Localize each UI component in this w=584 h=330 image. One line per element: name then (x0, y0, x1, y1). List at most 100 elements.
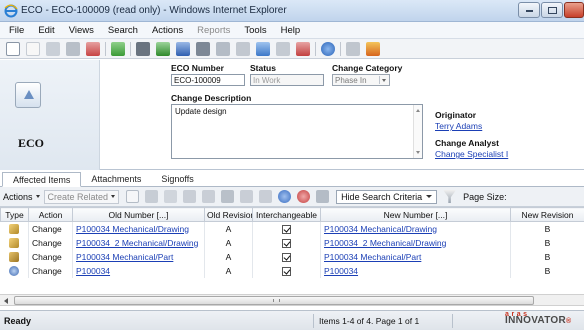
column-header-action[interactable]: Action (28, 207, 73, 222)
structure-icon[interactable] (296, 41, 310, 56)
menu-tools[interactable]: Tools (244, 25, 266, 36)
table-row[interactable]: Change P100034_2 Mechanical/Drawing A P1… (0, 235, 584, 250)
interchangeable-checkbox[interactable] (282, 224, 291, 234)
chevron-down-icon (111, 195, 116, 198)
tab-attachments[interactable]: Attachments (81, 172, 151, 187)
export-word-icon[interactable] (176, 41, 190, 56)
print-icon[interactable] (136, 41, 150, 56)
table-row[interactable]: Change P100034 Mechanical/Drawing A P100… (0, 221, 584, 236)
window-titlebar[interactable]: ECO - ECO-100009 (read only) - Windows I… (0, 0, 584, 22)
menu-search[interactable]: Search (108, 25, 138, 36)
interchangeable-cell (252, 235, 321, 250)
excel-icon[interactable] (183, 190, 197, 203)
new-revision-cell: B (510, 263, 584, 278)
mechanical-drawing-icon (9, 224, 20, 235)
eco-number-field[interactable]: ECO-100009 (171, 74, 245, 86)
new-number-link[interactable]: P100034 (324, 266, 358, 276)
delete-icon[interactable] (86, 41, 100, 56)
actions-dropdown[interactable]: Actions (3, 192, 40, 202)
export-excel-icon[interactable] (156, 41, 170, 56)
menu-file[interactable]: File (9, 25, 24, 36)
originator-link[interactable]: Terry Adams (435, 121, 482, 131)
menu-edit[interactable]: Edit (38, 25, 54, 36)
new-revision-cell: B (510, 235, 584, 250)
scrollbar-thumb[interactable] (14, 296, 534, 305)
tab-signoffs[interactable]: Signoffs (151, 172, 203, 187)
type-cell (0, 235, 29, 250)
affected-items-grid: Type Action Old Number [...] Old Revisio… (0, 207, 584, 278)
pin-icon[interactable] (259, 190, 273, 203)
chevron-down-icon (426, 195, 433, 198)
change-category-select[interactable]: Phase In (332, 74, 390, 86)
word-icon[interactable] (202, 190, 216, 203)
old-number-link[interactable]: P100034_2 Mechanical/Drawing (76, 238, 198, 248)
new-number-cell: P100034 Mechanical/Part (320, 249, 511, 264)
item-type-label: ECO (18, 136, 45, 150)
column-header-interchangeable[interactable]: Interchangeable (252, 207, 321, 222)
type-cell (0, 221, 29, 236)
chevron-down-icon (35, 195, 40, 198)
window-controls (517, 2, 584, 18)
minimize-button[interactable] (518, 2, 540, 18)
lock-icon[interactable] (221, 190, 235, 203)
column-header-new-number[interactable]: New Number [...] (320, 207, 511, 222)
close-button[interactable] (564, 2, 584, 18)
grid-horizontal-scrollbar[interactable] (0, 294, 584, 306)
column-header-new-revision[interactable]: New Revision (510, 207, 584, 222)
remove-icon[interactable] (164, 190, 178, 203)
filter-icon[interactable] (316, 190, 330, 203)
menu-reports[interactable]: Reports (197, 25, 230, 36)
lock-icon[interactable] (196, 41, 210, 56)
signature-icon[interactable] (346, 41, 360, 56)
textarea-scrollbar[interactable] (413, 105, 422, 158)
status-field[interactable]: In Work (250, 74, 324, 86)
old-number-link[interactable]: P100034 Mechanical/Drawing (76, 224, 189, 234)
table-row[interactable]: Change P100034 A P100034 B (0, 263, 584, 278)
scroll-left-icon[interactable] (4, 298, 8, 304)
old-number-link[interactable]: P100034 Mechanical/Part (76, 252, 173, 262)
item-header: ECO (0, 60, 100, 170)
clear-search-icon[interactable] (297, 190, 311, 203)
old-number-link[interactable]: P100034 (76, 266, 110, 276)
originator-label: Originator (435, 110, 477, 120)
unlock-icon[interactable] (240, 190, 254, 203)
grid-toolbar: Actions Create Related Hide Search Crite… (0, 187, 584, 207)
unlock-icon[interactable] (216, 41, 230, 56)
old-revision-cell: A (204, 235, 253, 250)
where-used-icon[interactable] (276, 41, 290, 56)
new-icon[interactable] (6, 41, 20, 56)
interchangeable-checkbox[interactable] (282, 252, 291, 262)
interchangeable-checkbox[interactable] (282, 266, 291, 276)
tab-affected-items[interactable]: Affected Items (2, 172, 82, 187)
menu-views[interactable]: Views (69, 25, 94, 36)
new-number-link[interactable]: P100034 Mechanical/Part (324, 252, 421, 262)
start-workflow-icon[interactable] (366, 41, 380, 56)
maximize-button[interactable] (541, 2, 563, 18)
change-description-field[interactable]: Update design (171, 104, 423, 159)
new-number-link[interactable]: P100034_2 Mechanical/Drawing (324, 238, 446, 248)
open-icon[interactable] (46, 41, 60, 56)
menu-help[interactable]: Help (281, 25, 301, 36)
undo-icon[interactable] (236, 41, 250, 56)
menu-actions[interactable]: Actions (152, 25, 183, 36)
refresh-icon[interactable] (111, 41, 125, 56)
new-disabled-icon[interactable] (26, 41, 40, 56)
aras-innovator-logo: a r a s INNOVATOR® (505, 311, 572, 326)
column-header-type[interactable]: Type (0, 207, 29, 222)
interchangeable-checkbox[interactable] (282, 238, 291, 248)
hide-search-criteria-button[interactable]: Hide Search Criteria (336, 189, 438, 204)
new-row-icon[interactable] (126, 190, 140, 203)
help-icon[interactable] (321, 41, 335, 56)
save-icon[interactable] (66, 41, 80, 56)
create-related-dropdown[interactable]: Create Related (43, 189, 120, 204)
filter-funnel-icon[interactable] (443, 190, 457, 203)
search-icon[interactable] (278, 190, 292, 203)
column-header-old-revision[interactable]: Old Revision (204, 207, 253, 222)
column-header-old-number[interactable]: Old Number [...] (72, 207, 205, 222)
new-number-link[interactable]: P100034 Mechanical/Drawing (324, 224, 437, 234)
change-analyst-link[interactable]: Change Specialist I (435, 149, 508, 159)
promote-icon[interactable] (256, 41, 270, 56)
table-row[interactable]: Change P100034 Mechanical/Part A P100034… (0, 249, 584, 264)
pick-icon[interactable] (145, 190, 159, 203)
type-cell (0, 249, 29, 264)
